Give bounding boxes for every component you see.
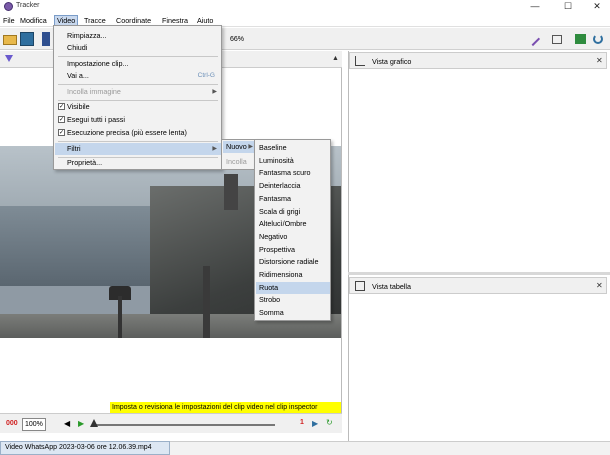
zoom-field[interactable]: 100% xyxy=(22,418,46,431)
submenu-arrow-icon: ▶ xyxy=(212,146,217,152)
pencil-icon[interactable] xyxy=(525,31,541,47)
video-bollard-top xyxy=(224,174,238,210)
submenu-arrow-icon: ▶ xyxy=(212,89,217,95)
menu-file[interactable]: File xyxy=(1,15,17,26)
video-icon[interactable] xyxy=(42,32,50,46)
menu-item-incolla-immagine: Incolla immagine ▶ xyxy=(55,86,221,98)
menu-item-esegui[interactable]: Esegui tutti i passi xyxy=(55,114,221,126)
filmstrip-icon[interactable] xyxy=(575,34,586,44)
close-graph-icon[interactable]: ✕ xyxy=(596,56,603,65)
submenu-item-nuovo[interactable]: Nuovo ▶ xyxy=(223,141,254,153)
window-title: Tracker xyxy=(16,2,40,9)
nuovo-label: Nuovo xyxy=(226,142,247,151)
frame-counter[interactable]: 000 xyxy=(6,420,18,427)
zoom-level: 66% xyxy=(230,36,245,43)
submenu-arrow-icon: ▶ xyxy=(248,144,253,150)
graph-icon xyxy=(355,56,365,66)
filter-item[interactable]: Altelucì/Ombre xyxy=(256,218,330,230)
frame-number: 1 xyxy=(300,419,304,426)
notes-icon[interactable] xyxy=(552,35,562,44)
timeline-slider[interactable] xyxy=(95,424,275,426)
menu-item-vai[interactable]: Vai a... Ctrl-G xyxy=(55,70,221,82)
table-view-header: Vista tabella ✕ xyxy=(349,277,607,294)
table-icon xyxy=(355,281,365,291)
filter-item[interactable]: Strobo xyxy=(256,294,330,306)
new-filter-submenu: Baseline Luminosità Fantasma scuro Deinterl… xyxy=(254,139,331,321)
maximize-button[interactable]: ☐ xyxy=(553,0,583,14)
menu-item-esecuzione[interactable]: Esecuzione precisa (più essere lenta) xyxy=(55,127,221,139)
filter-item[interactable]: Scala di grigi xyxy=(256,206,330,218)
save-icon[interactable] xyxy=(20,32,34,46)
filter-item[interactable]: Fantasma xyxy=(256,193,330,205)
submenu-item-incolla: Incolla xyxy=(226,157,247,166)
title-bar: Tracker — ☐ ✕ xyxy=(0,0,610,14)
filter-item[interactable]: Prospettiva xyxy=(256,244,330,256)
video-lamp-post xyxy=(118,296,122,338)
menu-modifica[interactable]: Modifica xyxy=(18,15,49,26)
menu-separator xyxy=(58,56,218,57)
maximize-pane-icon[interactable]: ▲ xyxy=(332,55,339,62)
table-view-title[interactable]: Vista tabella xyxy=(372,282,411,291)
video-bollard xyxy=(203,266,210,338)
vai-shortcut: Ctrl-G xyxy=(197,72,215,79)
file-tab[interactable]: Video WhatsApp 2023-03-06 ore 12.06.39.m… xyxy=(0,441,170,455)
menu-item-impostazione[interactable]: Impostazione clip... xyxy=(55,58,221,70)
menu-item-filtri[interactable]: Filtri ▶ xyxy=(55,143,221,155)
graph-view-title[interactable]: Vista grafico xyxy=(372,57,411,66)
filter-item[interactable]: Negativo xyxy=(256,231,330,243)
panel-divider[interactable] xyxy=(348,272,610,275)
filter-item[interactable]: Somma xyxy=(256,307,330,319)
play-icon[interactable]: ▶ xyxy=(78,419,84,428)
open-folder-icon[interactable] xyxy=(3,35,17,45)
filter-item[interactable]: Luminosità xyxy=(256,155,330,167)
step-forward-icon[interactable]: ▶ xyxy=(312,419,318,428)
menu-separator xyxy=(58,141,218,142)
minimize-button[interactable]: — xyxy=(520,0,550,14)
menu-item-proprieta[interactable]: Proprietà... xyxy=(55,157,221,169)
filter-item[interactable]: Deinterlaccia xyxy=(256,180,330,192)
menu-item-rimpiazza[interactable]: Rimpiazza... xyxy=(55,30,221,42)
timeline-thumb[interactable] xyxy=(90,419,98,427)
close-button[interactable]: ✕ xyxy=(582,0,610,14)
menu-separator xyxy=(58,84,218,85)
app-icon xyxy=(4,2,13,11)
close-table-icon[interactable]: ✕ xyxy=(596,281,603,290)
player-controls: 000 100% ◀ ▶ 1 ▶ ↻ xyxy=(0,413,342,433)
video-menu-dropdown: Rimpiazza... Chiudi Impostazione clip...… xyxy=(53,25,222,170)
filter-item[interactable]: Ruota xyxy=(256,281,330,294)
menu-item-visibile[interactable]: Visibile xyxy=(55,101,221,113)
status-hint: Imposta o revisiona le impostazioni del … xyxy=(110,402,341,413)
graph-view-header: Vista grafico ✕ xyxy=(349,52,607,69)
filter-item[interactable]: Distorsione radiale xyxy=(256,256,330,268)
filtri-label: Filtri xyxy=(67,144,81,153)
incolla-label: Incolla immagine xyxy=(67,87,121,96)
refresh-icon[interactable] xyxy=(593,34,603,44)
right-panels: Vista grafico ✕ Vista tabella ✕ xyxy=(348,51,610,441)
filter-icon[interactable] xyxy=(5,55,13,62)
filter-item[interactable]: Fantasma scuro xyxy=(256,167,330,179)
step-back-icon[interactable]: ◀ xyxy=(64,419,70,428)
loop-icon[interactable]: ↻ xyxy=(326,418,333,427)
filter-item[interactable]: Ridimensiona xyxy=(256,269,330,281)
vai-label: Vai a... xyxy=(67,71,89,80)
filtri-submenu: Nuovo ▶ Incolla xyxy=(221,139,255,170)
menu-item-chiudi[interactable]: Chiudi xyxy=(55,42,221,54)
filter-item[interactable]: Baseline xyxy=(256,142,330,154)
